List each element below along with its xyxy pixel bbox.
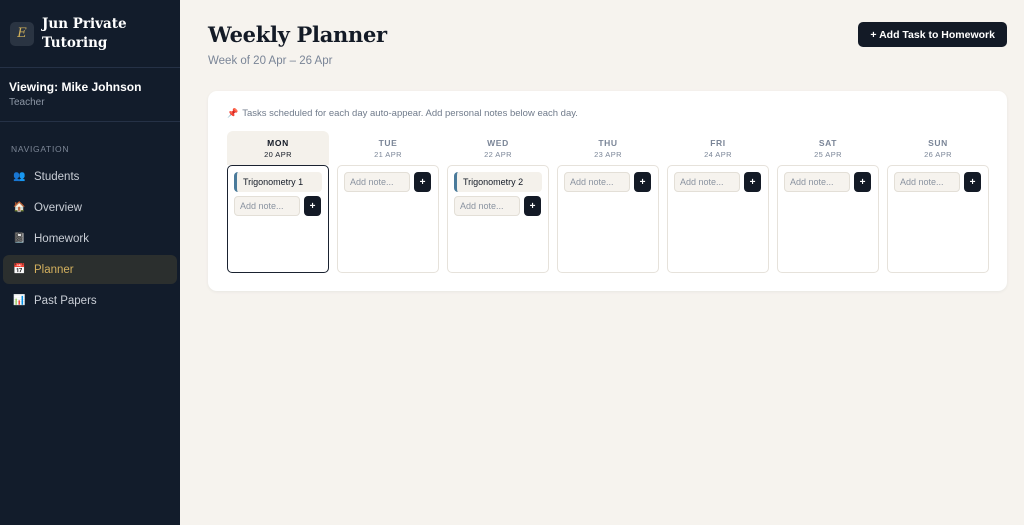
add-task-to-homework-button[interactable]: + Add Task to Homework [858, 22, 1007, 47]
house-icon: 🏠 [13, 202, 26, 213]
sidebar-item-homework[interactable]: 📓 Homework [3, 224, 177, 253]
calendar-icon: 📅 [13, 264, 26, 275]
day-name: SUN [928, 138, 948, 148]
brand: E Jun Private Tutoring [0, 0, 180, 68]
notebook-icon: 📓 [13, 233, 26, 244]
day-box: + [777, 165, 879, 273]
note-row: + [784, 172, 872, 192]
sidebar-item-label: Students [34, 170, 80, 183]
day-name: THU [598, 138, 618, 148]
day-date: 25 APR [814, 150, 842, 159]
note-input[interactable] [234, 196, 300, 216]
students-icon: 👥 [13, 171, 26, 182]
brand-logo: E [10, 21, 34, 46]
note-input[interactable] [454, 196, 520, 216]
day-date: 23 APR [594, 150, 622, 159]
day-box: + [887, 165, 989, 273]
week-range: Week of 20 Apr – 26 Apr [208, 55, 333, 67]
day-name: MON [267, 138, 289, 148]
note-row: + [234, 196, 322, 216]
day-header: WED 22 APR [447, 131, 549, 165]
add-note-button[interactable]: + [744, 172, 761, 192]
sidebar-item-overview[interactable]: 🏠 Overview [3, 193, 177, 222]
note-row: + [894, 172, 982, 192]
note-input[interactable] [894, 172, 960, 192]
sidebar-item-label: Homework [34, 232, 89, 245]
day-column-wed: WED 22 APR Trigonometry 2 + [447, 131, 549, 273]
add-note-button[interactable]: + [524, 196, 541, 216]
day-column-fri: FRI 24 APR + [667, 131, 769, 273]
day-header: MON 20 APR [227, 131, 329, 165]
note-row: + [564, 172, 652, 192]
note-input[interactable] [784, 172, 850, 192]
planner-hint-text: Tasks scheduled for each day auto-appear… [242, 108, 578, 119]
day-column-tue: TUE 21 APR + [337, 131, 439, 273]
day-column-mon: MON 20 APR Trigonometry 1 + [227, 131, 329, 273]
main-content: Weekly Planner Week of 20 Apr – 26 Apr +… [180, 0, 1024, 525]
day-header: FRI 24 APR [667, 131, 769, 165]
planner-card: 📌 Tasks scheduled for each day auto-appe… [208, 91, 1007, 291]
nav-title: NAVIGATION [11, 144, 70, 154]
day-name: WED [487, 138, 509, 148]
sidebar-item-students[interactable]: 👥 Students [3, 162, 177, 191]
day-name: SAT [818, 138, 838, 148]
planner-hint: 📌 Tasks scheduled for each day auto-appe… [227, 108, 578, 119]
day-header: SUN 26 APR [887, 131, 989, 165]
bar-chart-icon: 📊 [13, 295, 26, 306]
note-row: + [344, 172, 432, 192]
add-note-button[interactable]: + [304, 196, 321, 216]
day-date: 22 APR [484, 150, 512, 159]
day-box: + [557, 165, 659, 273]
viewer-role: Teacher [9, 97, 45, 108]
page-title: Weekly Planner [208, 22, 387, 47]
sidebar-item-planner[interactable]: 📅 Planner [3, 255, 177, 284]
note-input[interactable] [344, 172, 410, 192]
day-header: THU 23 APR [557, 131, 659, 165]
sidebar-item-label: Overview [34, 201, 82, 214]
week-days: MON 20 APR Trigonometry 1 + TUE 21 APR + WED 22 … [227, 131, 989, 273]
viewer-name: Viewing: Mike Johnson [9, 80, 142, 94]
day-header: SAT 25 APR [777, 131, 879, 165]
task-item[interactable]: Trigonometry 1 [234, 172, 322, 192]
add-note-button[interactable]: + [854, 172, 871, 192]
add-note-button[interactable]: + [414, 172, 431, 192]
day-date: 24 APR [704, 150, 732, 159]
day-name: TUE [378, 138, 398, 148]
task-item[interactable]: Trigonometry 2 [454, 172, 542, 192]
pushpin-icon: 📌 [227, 108, 239, 118]
day-name: FRI [710, 138, 726, 148]
add-note-button[interactable]: + [634, 172, 651, 192]
day-column-sat: SAT 25 APR + [777, 131, 879, 273]
sidebar: E Jun Private Tutoring Viewing: Mike Joh… [0, 0, 180, 525]
viewer-info: Viewing: Mike Johnson Teacher [0, 68, 180, 122]
day-column-sun: SUN 26 APR + [887, 131, 989, 273]
note-input[interactable] [564, 172, 630, 192]
day-box: Trigonometry 1 + [227, 165, 329, 273]
day-box: Trigonometry 2 + [447, 165, 549, 273]
day-header: TUE 21 APR [337, 131, 439, 165]
brand-name: Jun Private Tutoring [42, 15, 127, 51]
add-note-button[interactable]: + [964, 172, 981, 192]
note-input[interactable] [674, 172, 740, 192]
sidebar-nav: 👥 Students 🏠 Overview 📓 Homework 📅 Planner 📊 Past… [0, 162, 180, 315]
day-box: + [337, 165, 439, 273]
day-box: + [667, 165, 769, 273]
sidebar-item-past-papers[interactable]: 📊 Past Papers [3, 286, 177, 315]
note-row: + [674, 172, 762, 192]
day-date: 20 APR [264, 150, 292, 159]
day-date: 26 APR [924, 150, 952, 159]
sidebar-item-label: Past Papers [34, 294, 97, 307]
sidebar-item-label: Planner [34, 263, 74, 276]
note-row: + [454, 196, 542, 216]
day-date: 21 APR [374, 150, 402, 159]
day-column-thu: THU 23 APR + [557, 131, 659, 273]
